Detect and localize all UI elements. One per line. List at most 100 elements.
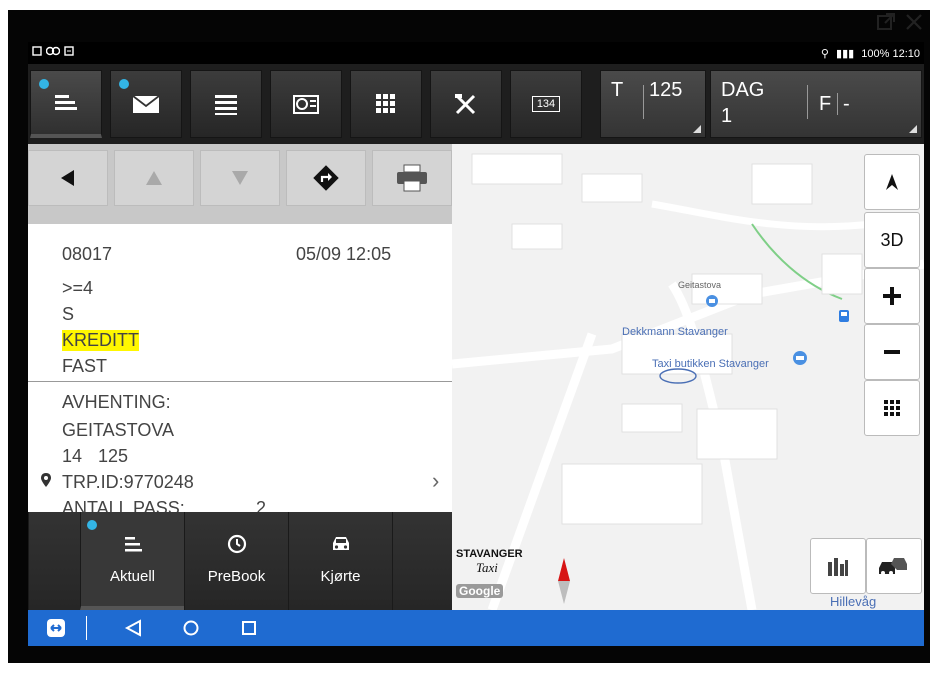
f-label: F bbox=[819, 93, 832, 115]
map-layers-button[interactable] bbox=[864, 380, 920, 436]
job-nav-row bbox=[28, 144, 452, 224]
cars-icon bbox=[879, 558, 907, 575]
divider bbox=[807, 85, 808, 119]
dag-label: DAG bbox=[721, 79, 765, 101]
envelope-icon bbox=[132, 95, 160, 113]
grid-icon bbox=[884, 400, 900, 416]
notification-dot bbox=[39, 79, 49, 89]
tour-selector[interactable]: T 125 bbox=[600, 70, 706, 138]
poi-dekkmann[interactable]: Dekkmann Stavanger bbox=[622, 326, 728, 338]
taximeter-button[interactable] bbox=[270, 70, 342, 138]
brand-logo-top: STAVANGER bbox=[456, 548, 523, 560]
payment-type: KREDITT bbox=[62, 330, 140, 351]
buildings-icon bbox=[828, 558, 848, 576]
pickup-number: 14 bbox=[62, 446, 83, 466]
divider bbox=[837, 93, 838, 115]
tour-label: T bbox=[611, 79, 624, 101]
tour-value: 125 bbox=[649, 79, 683, 101]
clock-icon bbox=[227, 534, 246, 554]
poi-geitastova[interactable]: Geitastova bbox=[678, 280, 721, 290]
tools-icon bbox=[455, 94, 476, 115]
triangle-up-icon bbox=[146, 171, 162, 185]
list-view-button[interactable] bbox=[30, 70, 102, 138]
poi-pin-icon[interactable] bbox=[792, 350, 808, 371]
chevron-right-icon[interactable]: › bbox=[432, 468, 439, 494]
previous-button[interactable] bbox=[114, 150, 194, 206]
notification-dot bbox=[119, 79, 129, 89]
status-bar: ⚲ ▮▮▮ 100% 12:10 bbox=[28, 42, 924, 64]
divider bbox=[643, 85, 644, 119]
messages-button[interactable] bbox=[110, 70, 182, 138]
tab-kjorte[interactable]: Kjørte bbox=[288, 512, 392, 610]
car-icon bbox=[332, 537, 349, 550]
notification-dot bbox=[87, 520, 97, 530]
remote-control-icon[interactable] bbox=[46, 618, 66, 643]
pickup-place: GEITASTOVA bbox=[62, 420, 175, 440]
compass-icon bbox=[556, 556, 572, 610]
passenger-requirement: >=4 bbox=[62, 278, 94, 298]
keypad-button[interactable] bbox=[350, 70, 422, 138]
grid-icon bbox=[376, 94, 395, 113]
trip-id[interactable]: TRP.ID:9770248 bbox=[62, 472, 194, 493]
north-arrow-icon bbox=[886, 174, 898, 190]
app-frame: ⚲ ▮▮▮ 100% 12:10 134 T 125 DAG 1 F - 080… bbox=[0, 0, 938, 673]
brand-logo-taxi: Taxi bbox=[476, 560, 498, 575]
traffic-button[interactable] bbox=[810, 538, 866, 594]
nav-recents-icon[interactable] bbox=[240, 619, 258, 642]
next-button[interactable] bbox=[200, 150, 280, 206]
compass-north-button[interactable] bbox=[864, 154, 920, 210]
list-icon bbox=[55, 94, 77, 110]
nav-back-icon[interactable] bbox=[124, 619, 142, 642]
zoom-out-button[interactable] bbox=[864, 324, 920, 380]
location-pin-icon bbox=[40, 472, 52, 493]
back-button[interactable] bbox=[28, 150, 108, 206]
google-logo: Google bbox=[456, 584, 504, 598]
job-detail-panel: 08017 05/09 12:05 >=4 S KREDITT FAST AVH… bbox=[28, 224, 452, 514]
nav-home-icon[interactable] bbox=[182, 619, 200, 642]
pickup-code: 125 bbox=[98, 446, 129, 466]
menu-lines-icon bbox=[215, 95, 237, 115]
top-toolbar: 134 T 125 DAG 1 F - bbox=[28, 64, 924, 144]
tools-button[interactable] bbox=[430, 70, 502, 138]
counter-button[interactable]: 134 bbox=[510, 70, 582, 138]
close-icon[interactable] bbox=[904, 12, 924, 36]
zoom-in-button[interactable] bbox=[864, 268, 920, 324]
poi-taxi-butikken[interactable]: Taxi butikken Stavanger bbox=[652, 358, 769, 370]
directions-icon bbox=[313, 165, 339, 191]
3d-toggle-button[interactable]: 3D bbox=[864, 212, 920, 268]
external-window-icon[interactable] bbox=[876, 12, 896, 36]
tab-prebook[interactable]: PreBook bbox=[184, 512, 288, 610]
signal-icon: ▮▮▮ bbox=[836, 48, 855, 60]
shift-selector[interactable]: DAG 1 F - bbox=[710, 70, 922, 138]
job-id: 08017 bbox=[62, 244, 113, 264]
map-view[interactable]: Geitastova Dekkmann Stavanger Taxi butik… bbox=[452, 144, 924, 610]
dag-value: 1 bbox=[721, 105, 733, 127]
bottom-nav: Aktuell PreBook Kjørte bbox=[28, 512, 452, 610]
job-flag: S bbox=[62, 304, 75, 324]
divider bbox=[28, 381, 452, 382]
tab-label: PreBook bbox=[207, 568, 266, 585]
pickup-label: AVHENTING: bbox=[62, 392, 171, 412]
tab-label: Aktuell bbox=[109, 568, 156, 585]
tab-label: Kjørte bbox=[320, 568, 361, 585]
menu-button[interactable] bbox=[190, 70, 262, 138]
notification-icon bbox=[32, 46, 42, 59]
divider bbox=[86, 616, 87, 640]
poi-pin-icon[interactable] bbox=[705, 294, 719, 313]
tab-aktuell[interactable]: Aktuell bbox=[80, 512, 184, 610]
corner-indicator bbox=[693, 125, 701, 133]
corner-indicator bbox=[909, 125, 917, 133]
fare-type: FAST bbox=[62, 356, 108, 376]
minus-icon bbox=[884, 350, 900, 354]
navigate-button[interactable] bbox=[286, 150, 366, 206]
job-datetime: 05/09 12:05 bbox=[296, 244, 392, 264]
meter-icon bbox=[293, 95, 319, 114]
system-nav-bar bbox=[28, 610, 924, 646]
print-button[interactable] bbox=[372, 150, 452, 206]
list-icon bbox=[124, 537, 142, 552]
bus-stop-icon[interactable] bbox=[838, 309, 850, 326]
vehicles-button[interactable] bbox=[866, 538, 922, 594]
plus-icon bbox=[883, 287, 901, 305]
cast-icon bbox=[45, 46, 61, 59]
bottom-spacer bbox=[28, 512, 80, 610]
